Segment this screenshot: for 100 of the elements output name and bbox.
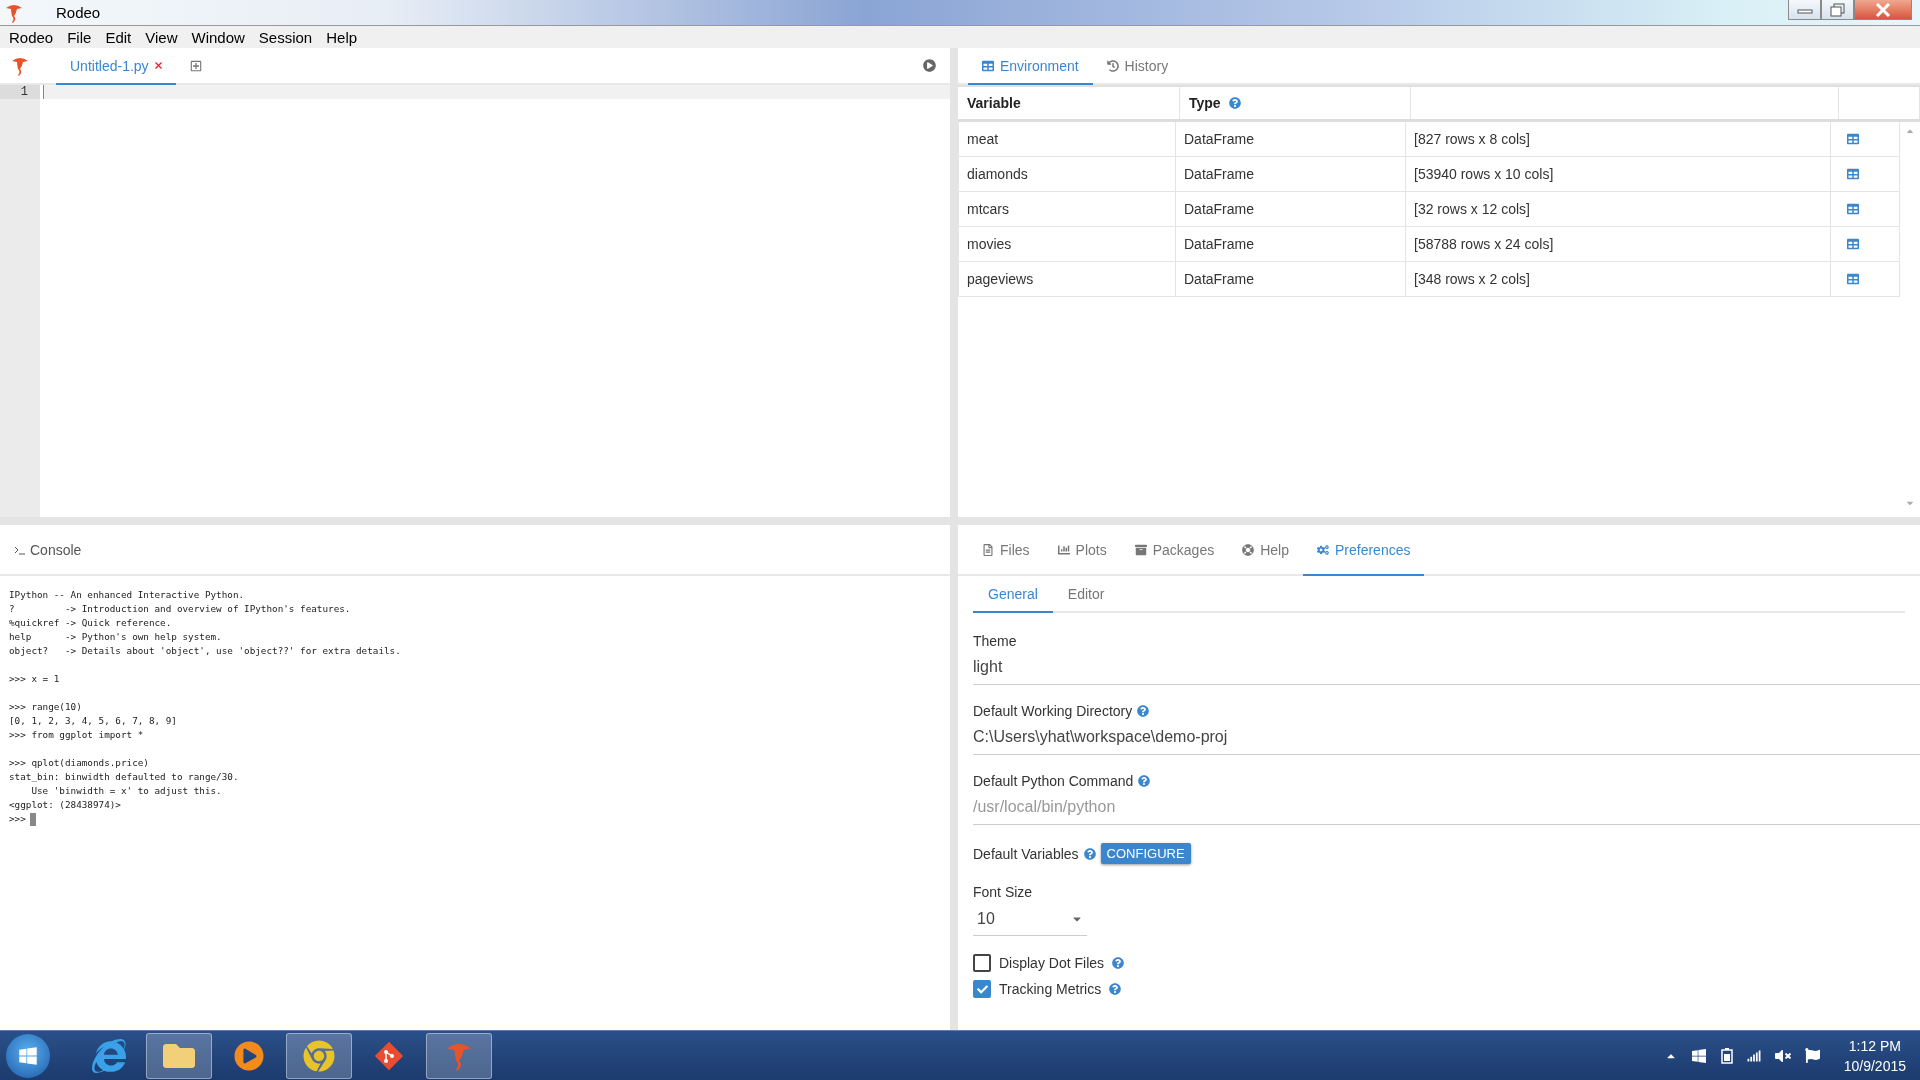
table-icon[interactable]: [1847, 238, 1859, 250]
table-cell: DataFrame: [1176, 122, 1406, 156]
table-cell: mtcars: [959, 192, 1176, 226]
field-label: Theme: [973, 633, 1017, 649]
console-line: IPython -- An enhanced Interactive Python.: [9, 588, 246, 602]
help-icon[interactable]: [1109, 983, 1122, 995]
text-cursor: [29, 812, 36, 826]
checkbox[interactable]: [973, 980, 991, 998]
panel-tab[interactable]: Preferences: [1302, 525, 1425, 576]
signal-icon[interactable]: [1746, 1048, 1761, 1063]
table-icon[interactable]: [1847, 203, 1859, 215]
clock[interactable]: 1:12 PM 10/9/2015: [1843, 1035, 1906, 1076]
play-icon: [234, 1040, 264, 1071]
column-header: Type: [1180, 87, 1411, 119]
table-cell: meat: [959, 122, 1176, 156]
menu-item[interactable]: Help: [319, 28, 365, 46]
console-line: >>> from ggplot import *: [9, 728, 145, 742]
console-line: <ggplot: (28438974)>: [9, 798, 122, 812]
configure-button[interactable]: CONFIGURE: [1100, 843, 1191, 864]
table-cell: DataFrame: [1176, 192, 1406, 226]
help-icon[interactable]: [1083, 847, 1096, 860]
console-line: >>> range(10): [9, 700, 83, 714]
panel-tab[interactable]: Packages: [1120, 525, 1229, 576]
maximize-button[interactable]: [1821, 0, 1854, 20]
table-cell: DataFrame: [1176, 262, 1406, 296]
panel-tab[interactable]: History: [1092, 48, 1183, 85]
close-button[interactable]: [1854, 0, 1912, 20]
table-cell: [348 rows x 2 cols]: [1406, 262, 1831, 296]
menu-item[interactable]: Rodeo: [2, 28, 61, 46]
font-size-select[interactable]: 10: [973, 902, 1087, 936]
field-label: Font Size: [973, 884, 1033, 900]
checkbox-label: Tracking Metrics: [999, 981, 1102, 997]
lifebuoy-icon: [1242, 543, 1255, 556]
table-cell: [827 rows x 8 cols]: [1406, 122, 1831, 156]
table-cell: DataFrame: [1176, 157, 1406, 191]
line-number: 1: [0, 85, 40, 99]
sub-tab[interactable]: General: [973, 576, 1053, 613]
help-icon[interactable]: [1138, 775, 1151, 787]
panel-tab[interactable]: Files: [968, 525, 1044, 576]
history-icon: [1106, 59, 1119, 72]
table-icon[interactable]: [1847, 168, 1859, 180]
table-cell: [53940 rows x 10 cols]: [1406, 157, 1831, 191]
panel-tab[interactable]: Plots: [1043, 525, 1121, 576]
menu-item[interactable]: View: [138, 28, 185, 46]
archive-icon: [1134, 543, 1147, 556]
field-label: Default Working Directory: [973, 703, 1133, 719]
table-icon: [982, 59, 994, 72]
browser-icon: [92, 1038, 126, 1073]
bar-chart-icon: [1057, 543, 1070, 556]
column-header: Variable: [958, 87, 1180, 119]
file-icon: [982, 543, 994, 556]
table-icon[interactable]: [1847, 273, 1859, 285]
flag-icon[interactable]: [1804, 1048, 1820, 1063]
console-prompt: >>>: [9, 812, 26, 826]
gears-icon: [1316, 543, 1329, 556]
menu-item[interactable]: Session: [251, 28, 320, 46]
console-line: object? -> Details about 'object', use 'object??' for extra details.: [9, 644, 402, 658]
console-line: [0, 1, 2, 3, 4, 5, 6, 7, 8, 9]: [9, 714, 178, 728]
menu-item[interactable]: Window: [184, 28, 252, 46]
restore-icon: [1829, 2, 1846, 17]
table-cell: diamonds: [959, 157, 1176, 191]
field-label: Default Python Command: [973, 773, 1134, 789]
close-icon[interactable]: [154, 62, 162, 69]
close-icon: [1875, 2, 1891, 17]
taskbar-app[interactable]: [426, 1032, 492, 1079]
console-line: >>> x = 1: [9, 672, 61, 686]
table-cell: pageviews: [959, 262, 1176, 296]
menu-item[interactable]: File: [60, 28, 99, 46]
console-line: help -> Python's own help system.: [9, 630, 223, 644]
help-icon[interactable]: [1137, 705, 1150, 717]
plus-icon: [189, 59, 202, 72]
console-line: ? -> Introduction and overview of IPython's features.: [9, 602, 352, 616]
console-line: Use 'binwidth = x' to adjust this.: [30, 784, 223, 798]
help-icon[interactable]: [1228, 97, 1241, 109]
panel-tab[interactable]: Help: [1228, 525, 1303, 576]
checkbox-label: Display Dot Files: [999, 955, 1105, 971]
table-icon[interactable]: [1847, 133, 1859, 145]
minimize-button[interactable]: [1788, 0, 1821, 20]
table-cell: DataFrame: [1176, 227, 1406, 261]
check-icon: [976, 983, 988, 995]
table-cell: [58788 rows x 24 cols]: [1406, 227, 1831, 261]
play-icon: [923, 59, 936, 72]
console-title: Console: [30, 541, 82, 558]
menu-item[interactable]: Edit: [98, 28, 139, 46]
help-icon[interactable]: [1112, 957, 1125, 969]
taskbar-app[interactable]: [146, 1032, 212, 1079]
terminal-icon: [14, 544, 26, 555]
sub-tab[interactable]: Editor: [1052, 576, 1120, 613]
taskbar-app[interactable]: [286, 1032, 352, 1079]
table-cell: movies: [959, 227, 1176, 261]
battery-icon[interactable]: [1720, 1047, 1733, 1064]
checkbox[interactable]: [973, 954, 991, 972]
table-cell: [32 rows x 12 cols]: [1406, 192, 1831, 226]
console-line: >>> qplot(diamonds.price): [9, 756, 150, 770]
start-button[interactable]: [6, 1033, 50, 1078]
panel-tab[interactable]: Environment: [968, 48, 1093, 85]
window-title: Rodeo: [56, 4, 102, 21]
field-label: Default Variables: [973, 845, 1079, 862]
console-line: stat_bin: binwidth defaulted to range/30.: [9, 770, 240, 784]
volume-icon[interactable]: [1774, 1047, 1791, 1064]
